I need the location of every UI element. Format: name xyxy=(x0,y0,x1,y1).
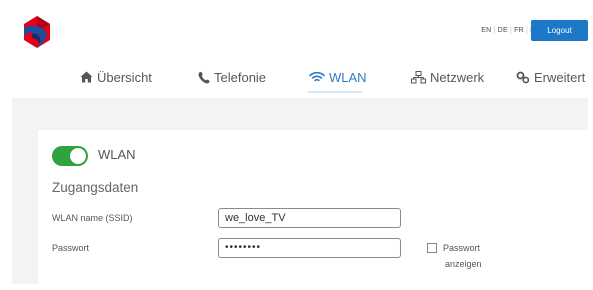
password-input[interactable]: •••••••• xyxy=(218,238,401,258)
nav-item-telefonie[interactable]: Telefonie xyxy=(198,66,266,88)
show-password-label: Passwort xyxy=(443,243,481,253)
show-password-label-line2: anzeigen xyxy=(445,259,482,269)
nav-active-indicator xyxy=(308,91,362,93)
network-icon xyxy=(411,70,426,83)
language-de[interactable]: DE xyxy=(496,27,510,34)
phone-icon xyxy=(198,71,210,83)
nav-label-wlan: WLAN xyxy=(329,69,367,85)
password-label: Passwort xyxy=(52,243,90,253)
nav-item-erweitert[interactable]: Erweitert xyxy=(516,66,585,88)
wlan-toggle-label: WLAN xyxy=(98,147,136,162)
top-bar: EN|DE|FR|IT Logout xyxy=(0,0,593,58)
toggle-knob xyxy=(70,148,86,164)
nav-label-netzwerk: Netzwerk xyxy=(430,69,485,85)
nav-label-telefonie: Telefonie xyxy=(214,69,267,85)
show-password-checkbox[interactable] xyxy=(427,243,437,253)
nav-item-wlan[interactable]: WLAN xyxy=(309,66,367,88)
language-fr[interactable]: FR xyxy=(512,27,526,34)
home-icon xyxy=(80,71,93,83)
language-en[interactable]: EN xyxy=(479,27,493,34)
section-title-zugangsdaten: Zugangsdaten xyxy=(52,180,139,195)
main-nav: Übersicht Telefonie WLAN Netzwerk Erweit… xyxy=(0,58,593,98)
logout-button[interactable]: Logout xyxy=(531,20,588,41)
ssid-label: WLAN name (SSID) xyxy=(52,213,133,223)
ssid-input[interactable]: we_love_TV xyxy=(218,208,401,228)
nav-item-uebersicht[interactable]: Übersicht xyxy=(80,66,152,88)
wifi-icon xyxy=(309,71,325,82)
wlan-toggle[interactable] xyxy=(52,146,88,166)
nav-label-erweitert: Erweitert xyxy=(534,69,586,85)
brand-logo-icon xyxy=(24,16,50,48)
nav-label-uebersicht: Übersicht xyxy=(97,69,152,85)
settings-icon xyxy=(516,71,530,83)
nav-item-netzwerk[interactable]: Netzwerk xyxy=(411,66,484,88)
